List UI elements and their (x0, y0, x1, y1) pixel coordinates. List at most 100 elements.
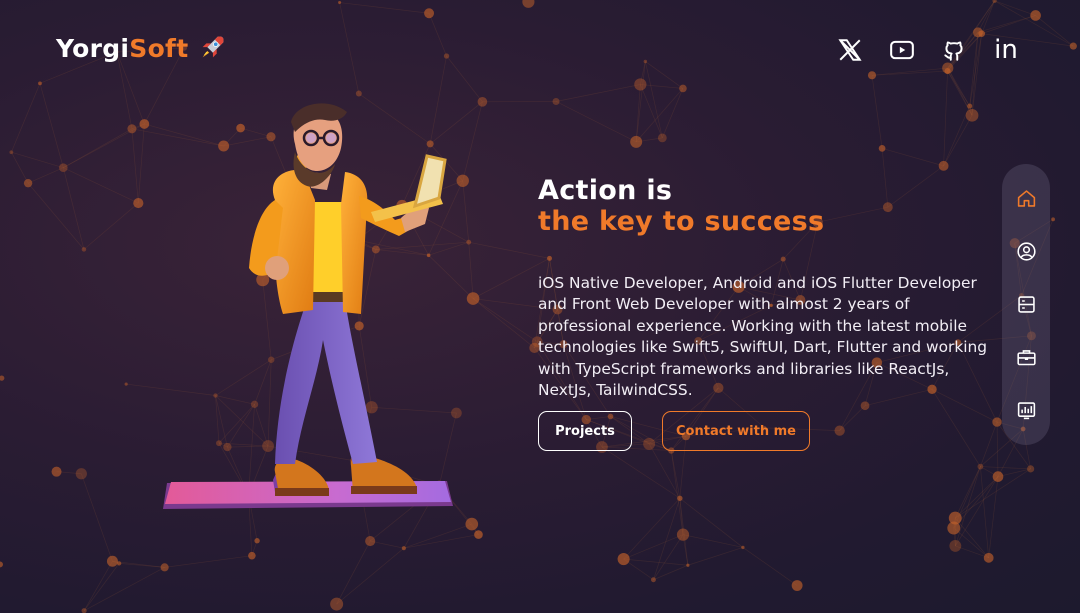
particle-link (635, 61, 646, 142)
particle-dot (81, 247, 87, 252)
particle-link (943, 115, 973, 167)
particle-link (336, 547, 405, 605)
particle-link (555, 101, 637, 143)
particle-link (555, 84, 641, 102)
particle-dot (1069, 42, 1077, 50)
particle-link (428, 13, 447, 57)
particle-link (11, 83, 41, 153)
particle-dot (878, 144, 886, 152)
particle-dot (983, 552, 994, 563)
particle-dot (338, 1, 342, 5)
particle-dot (867, 71, 877, 80)
particle-dot (355, 90, 362, 97)
particle-link (645, 61, 663, 138)
particle-dot (676, 528, 690, 541)
briefcase-icon (1016, 350, 1036, 366)
youtube-icon[interactable] (888, 36, 916, 64)
particle-link (336, 540, 371, 605)
particle-link (640, 84, 683, 89)
particle-dot (938, 160, 949, 171)
particle-dot (401, 546, 406, 551)
particle-link (996, 422, 999, 477)
particle-link (955, 476, 999, 547)
particle-dot (127, 124, 137, 134)
linkedin-label: in (994, 35, 1018, 65)
particle-link (679, 497, 744, 548)
particle-link (682, 534, 743, 548)
particle-dot (51, 466, 62, 477)
particle-link (742, 547, 798, 586)
particle-link (947, 70, 970, 107)
particle-dot (834, 425, 845, 436)
particle-link (164, 555, 252, 568)
nav-experience[interactable] (1014, 293, 1038, 317)
particle-link (131, 128, 139, 204)
particle-dot (679, 84, 687, 93)
particle-dot (686, 563, 690, 567)
particle-link (653, 564, 689, 581)
x-icon[interactable] (836, 36, 864, 64)
particle-dot (23, 178, 33, 188)
particle-link (83, 202, 139, 250)
hero-description: iOS Native Developer, Android and iOS Fl… (538, 274, 988, 400)
particle-dot (650, 577, 656, 583)
nav-stats[interactable] (1014, 399, 1038, 423)
particle-dot (474, 530, 483, 539)
hero-title-line1: Action is (538, 175, 673, 206)
particle-link (943, 71, 948, 166)
nav-about[interactable] (1014, 240, 1038, 264)
logo-text: YorgiSoft (56, 34, 189, 63)
projects-button[interactable]: Projects (538, 411, 632, 451)
logo[interactable]: YorgiSoft (56, 33, 227, 63)
particle-link (83, 563, 120, 611)
particle-dot (139, 119, 150, 129)
particle-dot (75, 468, 87, 480)
nav-home[interactable] (1014, 187, 1038, 211)
particle-dot (81, 608, 87, 613)
side-navigation (1002, 164, 1050, 445)
nav-projects[interactable] (1014, 346, 1038, 370)
particle-link (988, 476, 999, 558)
particle-link (882, 148, 944, 167)
particle-link (370, 540, 404, 549)
particle-dot (248, 551, 256, 560)
particle-dot (617, 553, 630, 566)
particle-dot (552, 97, 560, 106)
particle-link (653, 498, 681, 580)
particle-link (623, 534, 684, 560)
particle-link (980, 466, 990, 558)
particle-dot (967, 103, 973, 109)
particle-dot (657, 133, 667, 143)
particle-link (623, 498, 681, 560)
particle-link (339, 2, 360, 94)
particle-dot (949, 539, 962, 552)
particle-dot (0, 561, 4, 568)
github-icon[interactable] (940, 36, 968, 64)
contact-button[interactable]: Contact with me (662, 411, 810, 451)
particle-dot (944, 68, 951, 75)
particle-dot (106, 555, 118, 567)
particle-link (980, 466, 1031, 470)
particle-link (39, 83, 64, 168)
particle-link (601, 446, 681, 499)
particle-link (468, 242, 474, 299)
particle-link (670, 450, 684, 535)
particle-dot (443, 53, 450, 59)
particle-link (977, 15, 1036, 33)
chart-icon (1017, 402, 1035, 420)
particle-link (954, 466, 981, 519)
particle-dot (977, 463, 984, 470)
particle-dot (124, 382, 128, 386)
particle-link (871, 75, 883, 149)
particle-link (403, 523, 472, 549)
logo-text-primary: Yorgi (56, 33, 130, 63)
particle-link (339, 2, 430, 14)
logo-text-accent: Soft (129, 33, 189, 63)
particle-dot (365, 536, 376, 547)
particle-link (472, 298, 535, 349)
linkedin-icon[interactable]: in (992, 36, 1020, 64)
home-icon (1017, 190, 1035, 207)
particle-dot (38, 81, 42, 86)
particle-link (640, 84, 663, 138)
particle-link (645, 61, 684, 89)
